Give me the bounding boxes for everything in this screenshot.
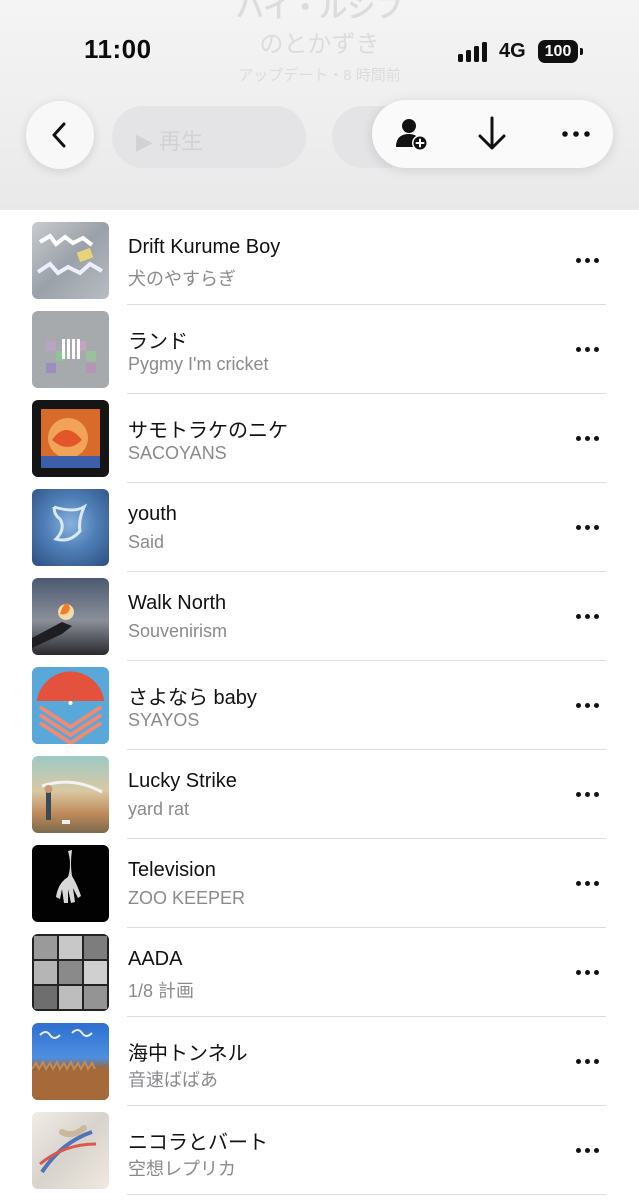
album-art <box>32 934 109 1011</box>
track-more-icon[interactable] <box>576 1059 600 1065</box>
track-title: 海中トンネル <box>128 1043 248 1065</box>
track-artist: Souvenirism <box>128 621 228 641</box>
track-more-icon[interactable] <box>576 881 600 887</box>
back-button[interactable] <box>26 101 94 169</box>
track-title: ランド <box>128 331 188 353</box>
track-artist: 犬のやすらぎ <box>128 269 236 289</box>
battery-level: 100 <box>538 40 578 63</box>
track-row[interactable]: サモトラケのニケ SACOYANS <box>0 400 639 489</box>
album-art <box>32 1112 109 1189</box>
track-title: Drift Kurume Boy <box>128 236 281 258</box>
track-row[interactable]: AADA 1/8 計画 <box>0 934 639 1023</box>
album-art <box>32 489 109 566</box>
track-row[interactable]: Drift Kurume Boy 犬のやすらぎ <box>0 222 639 311</box>
album-art <box>32 1023 109 1100</box>
track-title: AADA <box>128 948 183 970</box>
track-title: ニコラとバート <box>128 1132 268 1154</box>
track-artist: 音速ばばあ <box>128 1070 218 1090</box>
track-more-icon[interactable] <box>576 970 600 976</box>
track-artist: Pygmy I'm cricket <box>128 354 269 374</box>
arrow-down-icon[interactable] <box>472 114 512 154</box>
row-divider <box>127 482 606 483</box>
album-art <box>32 400 109 477</box>
track-row[interactable]: 海中トンネル 音速ばばあ <box>0 1023 639 1112</box>
track-artist: 空想レプリカ <box>128 1159 236 1179</box>
row-divider <box>127 1105 606 1106</box>
chevron-left-icon <box>52 122 66 148</box>
track-artist: yard rat <box>128 799 190 819</box>
track-row[interactable]: Lucky Strike yard rat <box>0 756 639 845</box>
track-title: Lucky Strike <box>128 770 237 792</box>
row-divider <box>127 927 606 928</box>
battery-icon: 100 <box>538 40 583 63</box>
track-title: サモトラケのニケ <box>128 420 288 442</box>
row-divider <box>127 749 606 750</box>
track-artist: ZOO KEEPER <box>128 888 246 908</box>
album-art <box>32 667 109 744</box>
track-more-icon[interactable] <box>576 347 600 353</box>
track-list: Drift Kurume Boy 犬のやすらぎ ランド Pygmy I'm cr… <box>0 222 639 1200</box>
row-divider <box>127 393 606 394</box>
track-row[interactable]: Walk North Souvenirism <box>0 578 639 667</box>
track-artist: SACOYANS <box>128 443 227 463</box>
track-more-icon[interactable] <box>576 525 600 531</box>
album-art <box>32 578 109 655</box>
track-row[interactable]: Television ZOO KEEPER <box>0 845 639 934</box>
row-divider <box>127 660 606 661</box>
row-divider <box>127 1194 606 1195</box>
row-divider <box>127 304 606 305</box>
person-add-icon[interactable] <box>392 114 432 154</box>
play-label-faded: ▶ 再生 <box>136 129 204 154</box>
album-art <box>32 311 109 388</box>
ellipsis-icon[interactable] <box>556 114 596 154</box>
track-title: youth <box>128 503 177 525</box>
track-row[interactable]: ニコラとバート 空想レプリカ <box>0 1112 639 1200</box>
track-title: さよなら baby <box>128 687 257 709</box>
status-bar: 11:00 4G 100 <box>0 0 639 100</box>
track-more-icon[interactable] <box>576 436 600 442</box>
track-title: Television <box>128 859 216 881</box>
track-more-icon[interactable] <box>576 1148 600 1154</box>
track-row[interactable]: ランド Pygmy I'm cricket <box>0 311 639 400</box>
track-title: Walk North <box>128 592 227 614</box>
track-artist: SYAYOS <box>128 710 200 730</box>
album-art <box>32 222 109 299</box>
track-artist: 1/8 計画 <box>128 981 195 1001</box>
row-divider <box>127 571 606 572</box>
playlist-header: ハイ・ルシフ のとかずき アップデート・8 時間前 11:00 4G 100 ▶… <box>0 0 639 210</box>
track-row[interactable]: youth Said <box>0 489 639 578</box>
playlist-actions <box>372 100 613 168</box>
status-time: 11:00 <box>84 34 152 64</box>
track-more-icon[interactable] <box>576 703 600 709</box>
track-more-icon[interactable] <box>576 792 600 798</box>
row-divider <box>127 1016 606 1017</box>
track-artist: Said <box>128 532 165 552</box>
track-row[interactable]: さよなら baby SYAYOS <box>0 667 639 756</box>
track-more-icon[interactable] <box>576 614 600 620</box>
cellular-signal-icon <box>458 42 490 62</box>
network-type: 4G <box>499 40 526 62</box>
track-more-icon[interactable] <box>576 258 600 264</box>
row-divider <box>127 838 606 839</box>
album-art <box>32 756 109 833</box>
album-art <box>32 845 109 922</box>
